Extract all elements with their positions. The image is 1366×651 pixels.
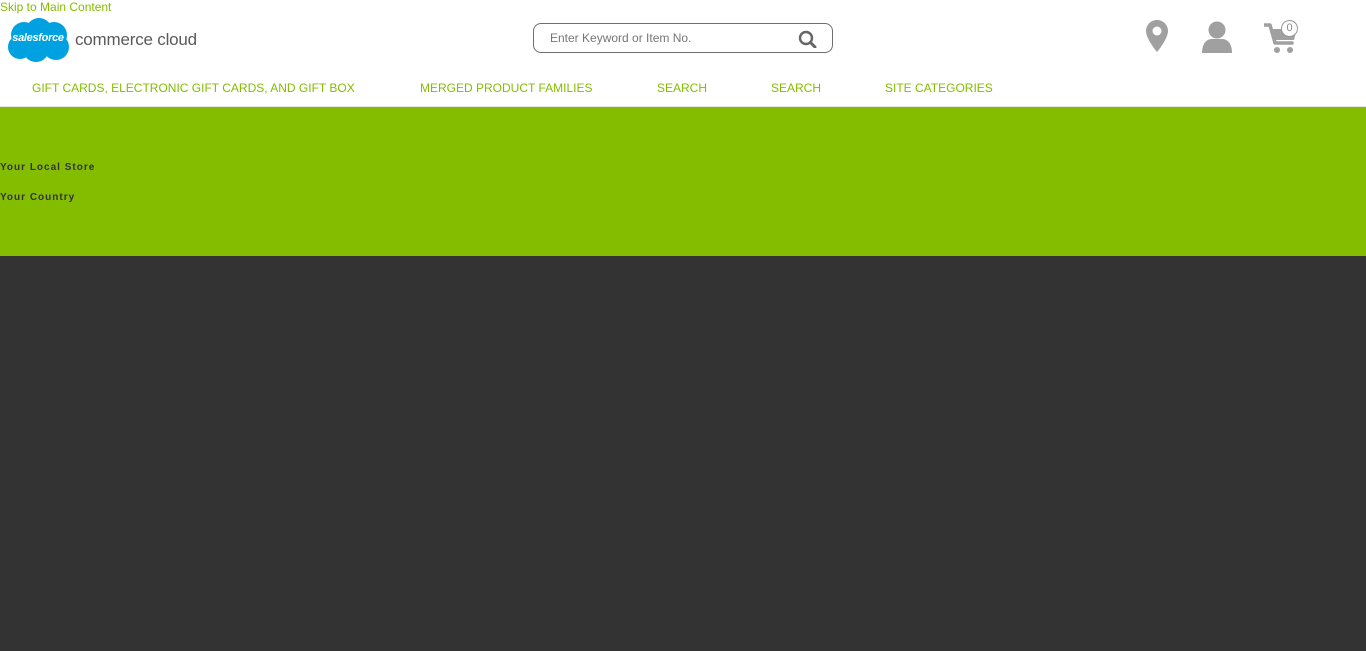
search-box <box>533 23 833 53</box>
nav-item-site-categories[interactable]: SITE CATEGORIES <box>885 80 993 96</box>
nav-item-search[interactable]: SEARCH <box>657 80 707 96</box>
search-icon[interactable] <box>798 30 818 49</box>
store-country-banner: Your Local Store Your Country <box>0 107 1366 256</box>
logo-cloud-text: salesforce <box>12 32 64 44</box>
nav-item-search-2[interactable]: SEARCH <box>771 80 821 96</box>
cart-count-badge: 0 <box>1281 20 1298 37</box>
skip-to-main-content-link[interactable]: Skip to Main Content <box>0 0 111 14</box>
footer-area <box>0 256 1366 651</box>
search-input[interactable] <box>550 30 790 46</box>
salesforce-cloud-icon: salesforce <box>6 17 72 63</box>
your-country-label[interactable]: Your Country <box>0 192 75 203</box>
your-local-store-label[interactable]: Your Local Store <box>0 162 95 173</box>
user-icon[interactable] <box>1202 21 1232 58</box>
site-header: Skip to Main Content salesforce commerce… <box>0 0 1366 107</box>
nav-item-gift-cards[interactable]: GIFT CARDS, ELECTRONIC GIFT CARDS, AND G… <box>32 80 355 96</box>
salesforce-commerce-cloud-logo[interactable]: salesforce commerce cloud <box>6 17 197 63</box>
map-pin-icon[interactable] <box>1146 20 1168 57</box>
logo-wordmark: commerce cloud <box>75 30 197 49</box>
nav-item-merged-product-families[interactable]: MERGED PRODUCT FAMILIES <box>420 80 592 96</box>
